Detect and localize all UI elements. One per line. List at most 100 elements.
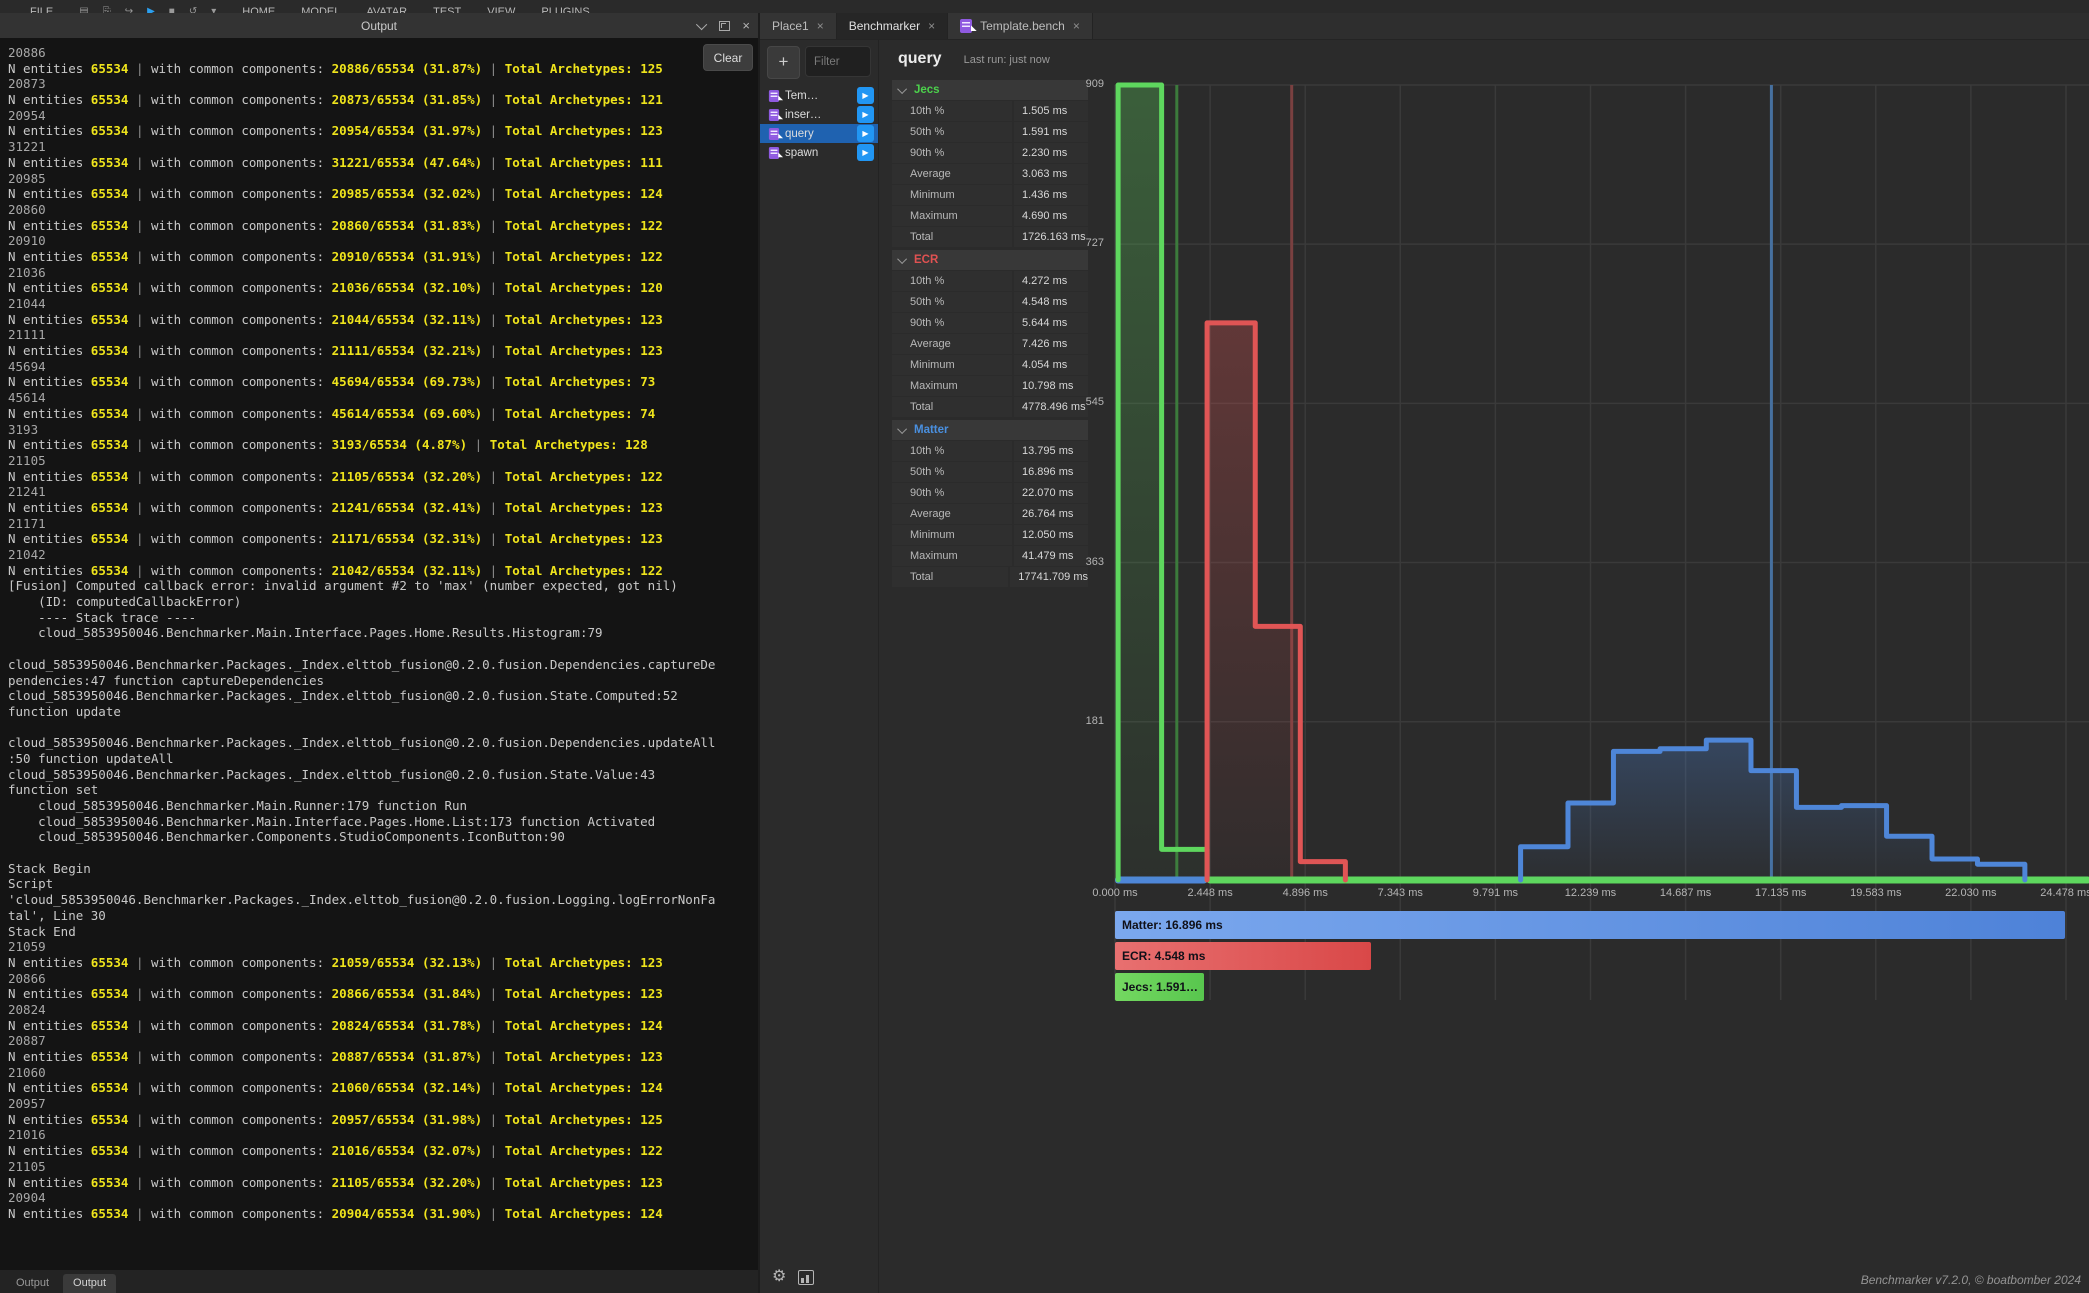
tab-close-icon[interactable]: ×: [1073, 19, 1080, 33]
undo-icon[interactable]: ↺: [189, 6, 197, 13]
close-icon[interactable]: ×: [742, 21, 750, 31]
benchmark-item-inser[interactable]: inser…▶: [760, 105, 878, 124]
stats-section-header-jecs[interactable]: Jecs: [892, 80, 1088, 100]
y-axis-tick: 545: [1070, 396, 1104, 408]
redo-icon[interactable]: ↪: [125, 6, 133, 13]
play-icon[interactable]: ▶: [147, 6, 155, 13]
log-error-line: cloud_5853950046.Benchmarker.Main.Interf…: [8, 625, 758, 641]
stat-row: Total17741.709 ms: [892, 567, 1088, 587]
benchmark-item-spawn[interactable]: spawn▶: [760, 143, 878, 162]
x-axis-tick: 2.448 ms: [1187, 887, 1232, 899]
stats-section-header-matter[interactable]: Matter: [892, 420, 1088, 440]
script-icon: [769, 109, 779, 121]
median-compare-bars: Matter: 16.896 msECR: 4.548 msJecs: 1.59…: [1115, 911, 2065, 1004]
output-footer: OutputOutput: [0, 1270, 758, 1293]
popout-icon[interactable]: [719, 21, 730, 31]
output-footer-tab[interactable]: Output: [63, 1274, 116, 1293]
stats-table: Jecs10th %1.505 ms50th %1.591 ms90th %2.…: [892, 80, 1088, 590]
tab-close-icon[interactable]: ×: [928, 19, 935, 33]
x-axis-tick: 4.896 ms: [1283, 887, 1328, 899]
log-line: 21042: [8, 547, 758, 563]
export-icon[interactable]: ⎘: [103, 6, 111, 13]
benchmark-results: query Last run: just now Jecs10th %1.505…: [880, 40, 2089, 1293]
log-line: N entities 65534 | with common component…: [8, 437, 758, 453]
log-error-line: function set: [8, 782, 758, 798]
log-line: N entities 65534 | with common component…: [8, 1206, 758, 1222]
compare-bar-label: Jecs: 1.591…: [1115, 980, 1198, 994]
stat-row: Average7.426 ms: [892, 334, 1088, 354]
script-icon: [769, 90, 779, 102]
run-play-button[interactable]: ▶: [857, 144, 874, 161]
stat-value: 17741.709 ms: [1010, 567, 1088, 587]
stat-value: 1.436 ms: [1014, 185, 1088, 205]
output-footer-tab[interactable]: Output: [6, 1274, 59, 1293]
benchmark-sidebar: + Filter Tem…▶inser…▶query▶spawn▶ ⚙: [760, 40, 879, 1293]
tab-close-icon[interactable]: ×: [817, 19, 824, 33]
section-gap: [892, 588, 1088, 590]
stat-label: 50th %: [892, 462, 1012, 482]
stat-label: 10th %: [892, 441, 1012, 461]
log-line: 21060: [8, 1065, 758, 1081]
y-axis-tick: 727: [1070, 237, 1104, 249]
log-line: N entities 65534 | with common component…: [8, 469, 758, 485]
chevron-down-icon: [897, 84, 907, 94]
run-play-button[interactable]: ▶: [857, 106, 874, 123]
output-panel: Output × 20886 N entities 65534 | with co…: [0, 13, 758, 1293]
stat-value: 12.050 ms: [1014, 525, 1088, 545]
collapse-chevron-icon[interactable]: [696, 18, 707, 29]
log-line: 3193: [8, 422, 758, 438]
x-axis-tick: 19.583 ms: [1850, 887, 1901, 899]
add-benchmark-button[interactable]: +: [767, 46, 800, 79]
benchmark-item-Tem[interactable]: Tem…▶: [760, 86, 878, 105]
log-line: 20954: [8, 108, 758, 124]
log-line: 31221: [8, 139, 758, 155]
stat-label: 10th %: [892, 271, 1012, 291]
stat-label: 50th %: [892, 292, 1012, 312]
log-error-line: [Fusion] Computed callback error: invali…: [8, 578, 758, 594]
last-run-label: Last run: just now: [964, 54, 1050, 66]
stat-row: Total4778.496 ms: [892, 397, 1088, 417]
settings-gear-icon[interactable]: ⚙: [772, 1269, 786, 1285]
compare-bar-label: ECR: 4.548 ms: [1115, 949, 1205, 963]
tab-benchmarker[interactable]: Benchmarker×: [837, 13, 948, 39]
log-line: 20866: [8, 971, 758, 987]
clipboard-icon[interactable]: ▤: [79, 6, 88, 13]
results-chart-icon[interactable]: [798, 1270, 814, 1285]
stat-row: Minimum1.436 ms: [892, 185, 1088, 205]
histogram-chart: Matter: 16.896 msECR: 4.548 msJecs: 1.59…: [1106, 75, 2089, 1005]
log-line: 20860: [8, 202, 758, 218]
stat-label: Average: [892, 504, 1012, 524]
compare-bar-ecr: ECR: 4.548 ms: [1115, 942, 1371, 970]
run-play-button[interactable]: ▶: [857, 87, 874, 104]
output-log[interactable]: 20886 N entities 65534 | with common comp…: [0, 38, 758, 1270]
stat-row: Average26.764 ms: [892, 504, 1088, 524]
stat-row: Maximum4.690 ms: [892, 206, 1088, 226]
tab-template-bench[interactable]: Template.bench×: [948, 13, 1093, 39]
stat-label: Average: [892, 334, 1012, 354]
log-line: 21105: [8, 1159, 758, 1175]
log-line: N entities 65534 | with common component…: [8, 1018, 758, 1034]
clear-button[interactable]: Clear: [703, 44, 753, 71]
stat-value: 3.063 ms: [1014, 164, 1088, 184]
benchmark-item-query[interactable]: query▶: [760, 124, 878, 143]
log-line: 20886: [8, 45, 758, 61]
histogram-svg: [1106, 75, 2089, 1005]
compare-bar-jecs: Jecs: 1.591…: [1115, 973, 1204, 1001]
log-line: N entities 65534 | with common component…: [8, 343, 758, 359]
log-error-line: [8, 845, 758, 861]
stat-value: 4.054 ms: [1014, 355, 1088, 375]
stat-value: 4.548 ms: [1014, 292, 1088, 312]
filter-input[interactable]: Filter: [805, 46, 871, 77]
run-play-button[interactable]: ▶: [857, 125, 874, 142]
log-line: N entities 65534 | with common component…: [8, 531, 758, 547]
log-error-line: tal', Line 30: [8, 908, 758, 924]
stop-icon[interactable]: ■: [169, 6, 175, 13]
stat-row: 90th %22.070 ms: [892, 483, 1088, 503]
stat-row: 10th %4.272 ms: [892, 271, 1088, 291]
log-line: N entities 65534 | with common component…: [8, 92, 758, 108]
log-line: 21111: [8, 327, 758, 343]
caret-icon[interactable]: ▾: [211, 6, 216, 13]
log-error-line: cloud_5853950046.Benchmarker.Packages._I…: [8, 767, 758, 783]
stats-section-header-ecr[interactable]: ECR: [892, 250, 1088, 270]
tab-place1[interactable]: Place1×: [760, 13, 837, 39]
